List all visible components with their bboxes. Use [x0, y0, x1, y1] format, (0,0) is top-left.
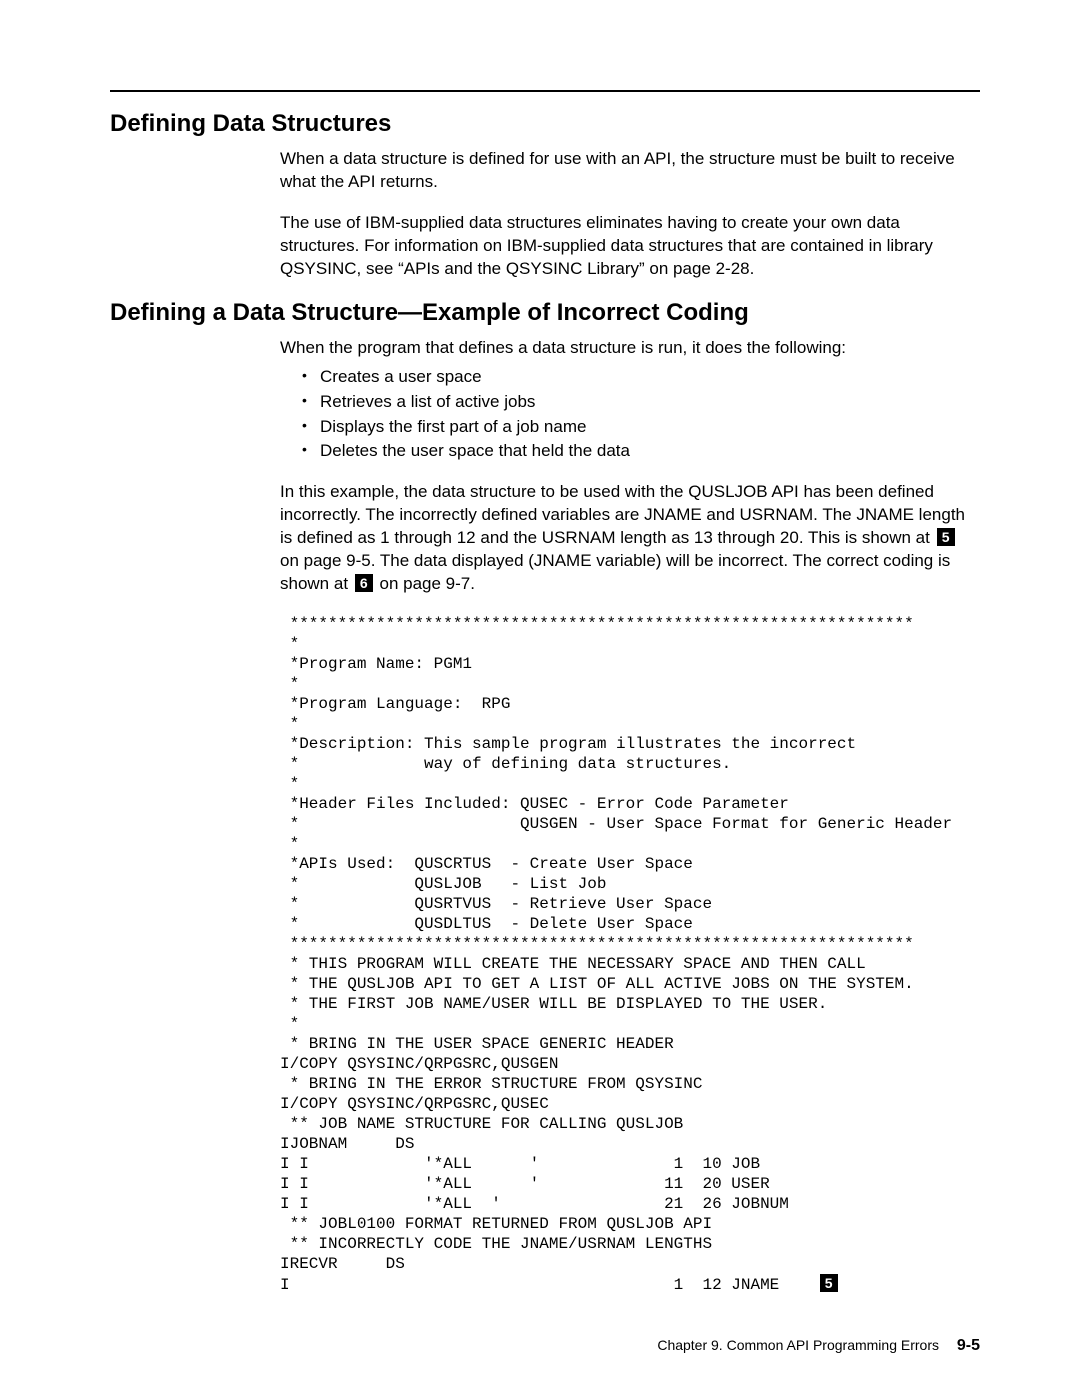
- code-line: ****************************************…: [280, 935, 914, 953]
- code-line: * THIS PROGRAM WILL CREATE THE NECESSARY…: [280, 955, 866, 973]
- code-line: *Header Files Included: QUSEC - Error Co…: [280, 795, 789, 813]
- para-4a: In this example, the data structure to b…: [280, 482, 965, 547]
- para-3: When the program that defines a data str…: [280, 337, 980, 360]
- code-line: I I '*ALL ' 1 10 JOB: [280, 1155, 760, 1173]
- code-line: I/COPY QSYSINC/QRPGSRC,QUSGEN: [280, 1055, 558, 1073]
- para-4: In this example, the data structure to b…: [280, 481, 980, 596]
- code-line: *: [280, 715, 299, 733]
- bullet-1: Creates a user space: [302, 366, 980, 389]
- para-1: When a data structure is defined for use…: [280, 148, 980, 194]
- heading-incorrect-coding: Defining a Data Structure—Example of Inc…: [110, 299, 980, 327]
- code-line: I I '*ALL ' 21 26 JOBNUM: [280, 1195, 789, 1213]
- code-line: * BRING IN THE ERROR STRUCTURE FROM QSYS…: [280, 1075, 702, 1093]
- footer-page-number: 9-5: [957, 1337, 980, 1354]
- body-block-1: When a data structure is defined for use…: [280, 148, 980, 281]
- code-line: * QUSGEN - User Space Format for Generic…: [280, 815, 952, 833]
- code-line: * QUSLJOB - List Job: [280, 875, 606, 893]
- code-line: I/COPY QSYSINC/QRPGSRC,QUSEC: [280, 1095, 549, 1113]
- code-line: *: [280, 675, 299, 693]
- code-block: ****************************************…: [280, 614, 980, 1295]
- code-line: I I '*ALL ' 11 20 USER: [280, 1175, 770, 1193]
- code-line: * BRING IN THE USER SPACE GENERIC HEADER: [280, 1035, 674, 1053]
- code-line: IJOBNAM DS: [280, 1135, 414, 1153]
- bullet-list: Creates a user space Retrieves a list of…: [280, 366, 980, 464]
- bullet-2: Retrieves a list of active jobs: [302, 391, 980, 414]
- code-line: *: [280, 835, 299, 853]
- code-line: IRECVR DS: [280, 1255, 405, 1273]
- code-line: *Program Name: PGM1: [280, 655, 472, 673]
- code-line: * QUSDLTUS - Delete User Space: [280, 915, 693, 933]
- code-line: *: [280, 635, 299, 653]
- body-block-2: When the program that defines a data str…: [280, 337, 980, 596]
- code-line: * way of defining data structures.: [280, 755, 731, 773]
- code-line: ** JOBL0100 FORMAT RETURNED FROM QUSLJOB…: [280, 1215, 712, 1233]
- code-line: *: [280, 775, 299, 793]
- code-line: * QUSRTVUS - Retrieve User Space: [280, 895, 712, 913]
- para-2: The use of IBM-supplied data structures …: [280, 212, 980, 281]
- page-footer: Chapter 9. Common API Programming Errors…: [657, 1337, 980, 1355]
- code-line: * THE QUSLJOB API TO GET A LIST OF ALL A…: [280, 975, 914, 993]
- bullet-4: Deletes the user space that held the dat…: [302, 440, 980, 463]
- code-line: ** JOB NAME STRUCTURE FOR CALLING QUSLJO…: [280, 1115, 683, 1133]
- code-line: *: [280, 1015, 299, 1033]
- bullet-3: Displays the first part of a job name: [302, 416, 980, 439]
- code-line: *APIs Used: QUSCRTUS - Create User Space: [280, 855, 693, 873]
- footer-chapter: Chapter 9. Common API Programming Errors: [657, 1337, 939, 1353]
- page: Defining Data Structures When a data str…: [0, 0, 1080, 1397]
- heading-defining-ds: Defining Data Structures: [110, 110, 980, 138]
- para-4c: on page 9-7.: [375, 574, 475, 593]
- code-line: *Program Language: RPG: [280, 695, 510, 713]
- callout-5-code-icon: 5: [820, 1274, 838, 1292]
- top-rule: [110, 90, 980, 92]
- callout-5-icon: 5: [937, 528, 955, 546]
- code-line: * THE FIRST JOB NAME/USER WILL BE DISPLA…: [280, 995, 827, 1013]
- code-line: ****************************************…: [280, 615, 914, 633]
- callout-6-icon: 6: [355, 574, 373, 592]
- code-line: ** INCORRECTLY CODE THE JNAME/USRNAM LEN…: [280, 1235, 712, 1253]
- code-line: *Description: This sample program illust…: [280, 735, 856, 753]
- code-line: I 1 12 JNAME: [280, 1276, 818, 1294]
